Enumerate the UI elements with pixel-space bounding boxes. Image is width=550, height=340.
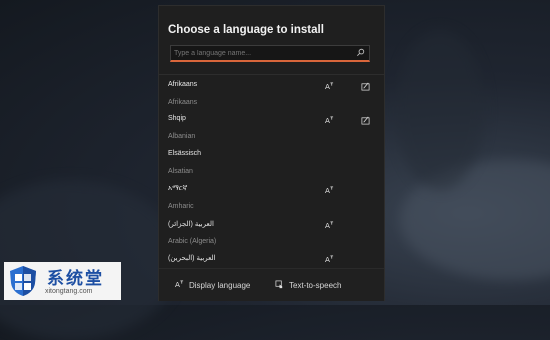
- svg-text:A: A: [325, 82, 330, 91]
- language-item-arabic-bahrain[interactable]: العربية (البحرين) A: [159, 252, 384, 266]
- display-language-icon: A: [325, 255, 334, 264]
- watermark-url: xitongtang.com: [45, 288, 93, 295]
- display-language-icon: A: [175, 280, 184, 289]
- svg-text:A: A: [325, 116, 330, 125]
- choose-language-dialog: Choose a language to install Afrikaans A…: [158, 5, 385, 301]
- background-wallpaper-shade: [395, 30, 485, 190]
- language-english-name: Afrikaans: [168, 99, 198, 106]
- language-english-name: Albanian: [168, 133, 196, 140]
- site-watermark: 系统堂 xitongtang.com: [4, 262, 121, 300]
- svg-text:A: A: [325, 255, 330, 264]
- shield-logo-icon: [10, 266, 36, 296]
- display-language-icon: A: [325, 186, 334, 195]
- language-native-name: Elsässisch: [168, 150, 202, 157]
- legend-display-language: A Display language: [175, 280, 250, 290]
- language-item-amharic[interactable]: አማርኛ Amharic A: [159, 183, 384, 217]
- language-list[interactable]: Afrikaans Afrikaans A Shqip Albanian A E…: [159, 76, 384, 266]
- divider: [159, 74, 384, 75]
- svg-text:A: A: [325, 186, 330, 195]
- handwriting-icon: [361, 82, 370, 91]
- language-native-name: العربية (البحرين): [168, 255, 216, 262]
- svg-text:A: A: [175, 280, 180, 289]
- display-language-icon: A: [325, 221, 334, 230]
- text-to-speech-icon: [275, 280, 283, 289]
- language-search-box[interactable]: [170, 45, 370, 62]
- watermark-brand: 系统堂: [47, 269, 104, 289]
- search-icon[interactable]: [356, 48, 365, 57]
- svg-text:A: A: [325, 221, 330, 230]
- language-search-input[interactable]: [174, 47, 354, 59]
- language-item-albanian[interactable]: Shqip Albanian A: [159, 113, 384, 147]
- legend-text-to-speech: Text-to-speech: [275, 280, 341, 290]
- language-native-name: العربية (الجزائر): [168, 221, 214, 228]
- language-item-alsatian[interactable]: Elsässisch Alsatian: [159, 148, 384, 182]
- language-native-name: Shqip: [168, 115, 186, 122]
- background-wallpaper-shade: [0, 180, 180, 340]
- language-english-name: Amharic: [168, 203, 194, 210]
- display-language-icon: A: [325, 116, 334, 125]
- dialog-title: Choose a language to install: [168, 24, 324, 36]
- language-native-name: Afrikaans: [168, 81, 198, 88]
- language-features-legend: A Display language Text-to-speech: [159, 268, 384, 301]
- display-language-icon: A: [325, 82, 334, 91]
- language-english-name: Alsatian: [168, 168, 193, 175]
- language-native-name: አማርኛ: [168, 185, 188, 192]
- language-item-afrikaans[interactable]: Afrikaans Afrikaans A: [159, 79, 384, 113]
- legend-display-language-label: Display language: [189, 281, 251, 290]
- language-english-name: Arabic (Algeria): [168, 238, 217, 245]
- handwriting-icon: [361, 116, 370, 125]
- legend-text-to-speech-label: Text-to-speech: [289, 281, 342, 290]
- language-item-arabic-algeria[interactable]: العربية (الجزائر) Arabic (Algeria) A: [159, 218, 384, 252]
